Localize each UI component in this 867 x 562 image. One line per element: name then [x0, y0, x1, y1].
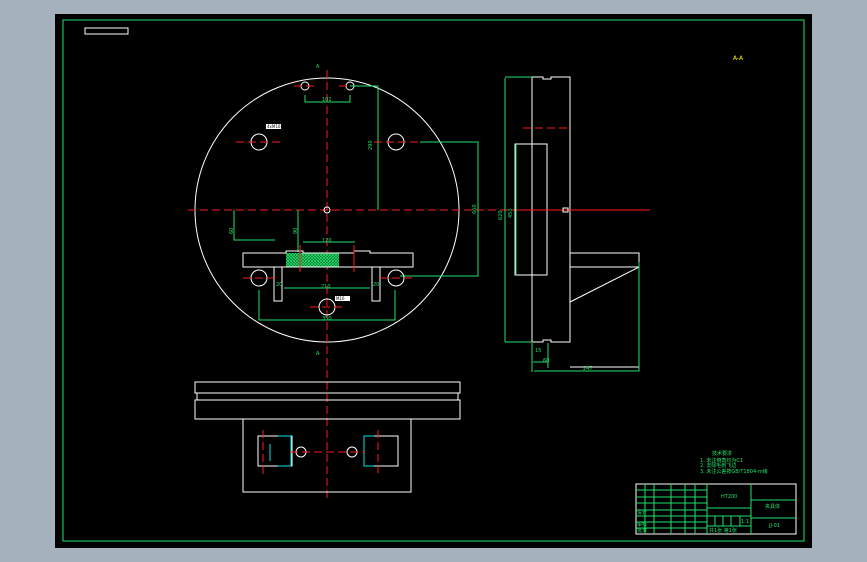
dim-slot: 120 [322, 238, 332, 244]
approve-label: 批准 [637, 527, 647, 534]
drawing-no: JJ-01 [768, 523, 780, 529]
dim-pad-left: 20 [276, 282, 282, 288]
dim-side-base: 60 [543, 358, 549, 364]
dim-side-inner: 450 [508, 208, 514, 218]
tech-req-item: 3. 未注公差按GB/T1804-m级 [700, 468, 768, 475]
cad-drawing: 102 A A 4xM10 290 660 60 90 120 210 20 2… [55, 14, 812, 548]
part-name: 夹具体 [765, 503, 780, 510]
dim-side-total: 247 [583, 366, 593, 372]
section-mark-bottom: A [316, 351, 320, 357]
dim-pad-right: 20 [373, 282, 379, 288]
section-mark-top: A [316, 64, 320, 70]
sheet-count: 共1张 第1张 [709, 527, 737, 534]
view-label: A-A [733, 55, 744, 62]
tech-req-item: 2. 去除毛刺飞边 [700, 462, 736, 469]
scale: 1:1 [741, 519, 749, 525]
material: HT200 [721, 494, 737, 500]
dim-inner-span: 210 [321, 284, 331, 290]
designer-label: 设计 [637, 509, 647, 516]
dim-left-60: 60 [229, 228, 235, 234]
tech-req-title: 技术要求 [712, 450, 732, 457]
drawing-sheet [55, 14, 812, 548]
dim-vertical-right: 290 [368, 140, 374, 150]
dim-top-holes: 102 [322, 97, 332, 103]
dim-diameter: 660 [472, 204, 478, 214]
dim-outer-span: 350 [322, 316, 332, 322]
checker-label: 审核 [637, 521, 647, 528]
hole-callout-bottom: M16 [336, 296, 345, 301]
dim-side-small: 15 [535, 348, 541, 354]
dim-left-90: 90 [293, 228, 299, 234]
hole-callout-left: 4xM10 [267, 124, 281, 129]
dim-side-height: 620 [498, 210, 504, 220]
